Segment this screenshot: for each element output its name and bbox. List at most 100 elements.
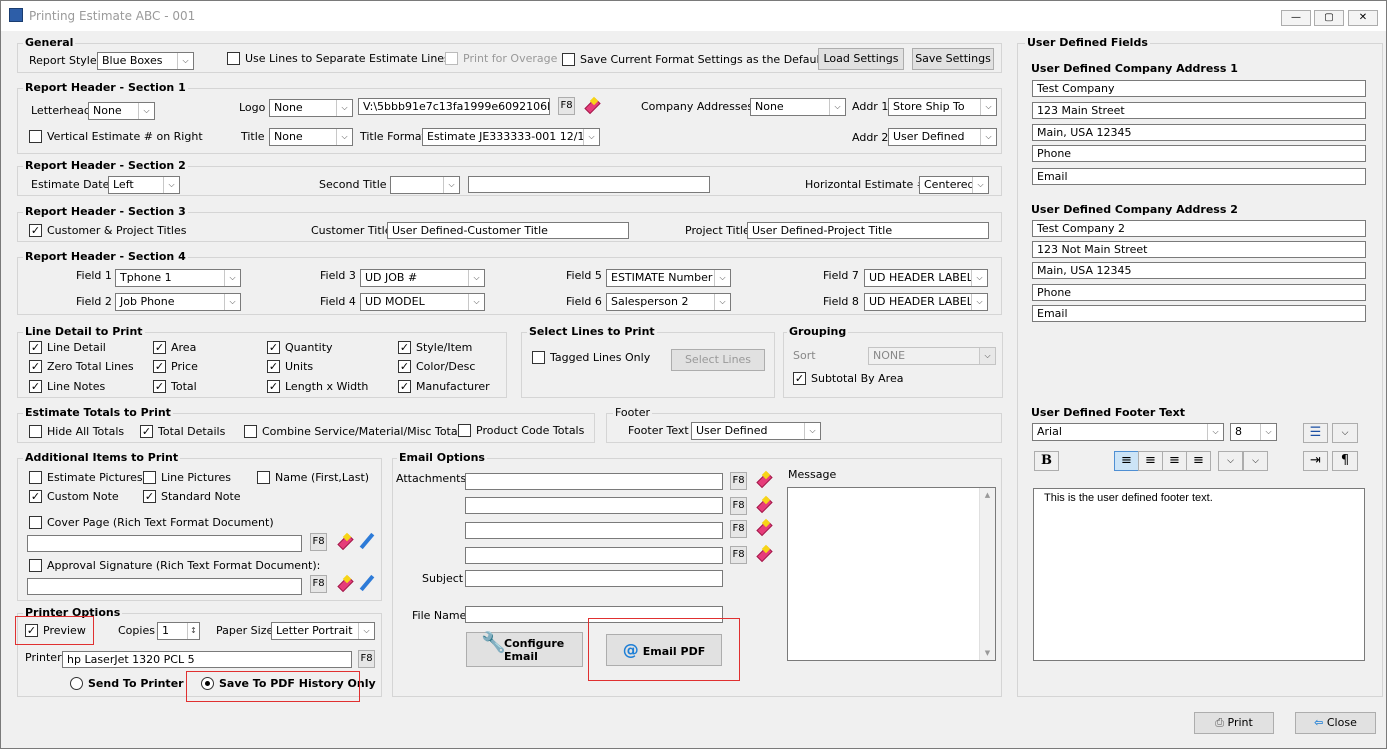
logo-eraser-icon[interactable] — [582, 96, 600, 114]
logo-select[interactable]: None ⌵ — [269, 99, 353, 117]
addr1-select[interactable]: Store Ship To ⌵ — [888, 98, 997, 116]
second-title-input[interactable] — [468, 176, 710, 193]
second-title-select[interactable]: ⌵ — [390, 176, 460, 194]
field4-select[interactable]: UD MODEL ⌵ — [360, 293, 485, 311]
align-center-icon[interactable]: ≡ — [1138, 451, 1163, 471]
close-button[interactable]: ⇦ Close — [1295, 712, 1376, 734]
udf-addr1-line4[interactable]: Phone — [1032, 145, 1366, 162]
logo-path-input[interactable]: V:\5bbb91e7c13fa1999e6092106be1 — [358, 98, 550, 115]
attachment-4-eraser-icon[interactable] — [754, 544, 772, 562]
field2-select[interactable]: Job Phone ⌵ — [115, 293, 241, 311]
message-scrollbar[interactable]: ▲ ▼ — [979, 488, 995, 660]
attachment-1-input[interactable] — [465, 473, 723, 490]
attachment-1-eraser-icon[interactable] — [754, 470, 772, 488]
printer-input[interactable]: hp LaserJet 1320 PCL 5 — [62, 651, 352, 668]
close-window-button[interactable]: ✕ — [1348, 10, 1378, 26]
attachment-4-f8-button[interactable]: F8 — [730, 546, 747, 564]
load-settings-button[interactable]: Load Settings — [818, 48, 904, 70]
line-spacing-icon[interactable]: ⌵ — [1218, 451, 1243, 471]
udf-addr1-line2[interactable]: 123 Main Street — [1032, 102, 1366, 119]
total-checkbox[interactable]: ✓ Total — [153, 380, 197, 394]
align-left-icon[interactable]: ≡ — [1114, 451, 1139, 471]
hide-all-totals-checkbox[interactable]: Hide All Totals — [29, 425, 124, 439]
indent-icon[interactable]: ⇥ — [1303, 451, 1328, 471]
approval-checkbox[interactable]: Approval Signature (Rich Text Format Doc… — [29, 559, 320, 573]
save-settings-button[interactable]: Save Settings — [912, 48, 994, 70]
message-textarea[interactable]: ▲ ▼ — [787, 487, 996, 661]
report-style-select[interactable]: Blue Boxes ⌵ — [97, 52, 194, 70]
line-pictures-checkbox[interactable]: Line Pictures — [143, 471, 231, 485]
field8-select[interactable]: UD HEADER LABEL 2 ⌵ — [864, 293, 988, 311]
customer-project-checkbox[interactable]: ✓ Customer & Project Titles — [29, 224, 186, 238]
approval-f8-button[interactable]: F8 — [310, 575, 327, 593]
udf-addr2-line4[interactable]: Phone — [1032, 284, 1366, 301]
cover-page-checkbox[interactable]: Cover Page (Rich Text Format Document) — [29, 516, 274, 530]
footer-text-editor[interactable]: This is the user defined footer text. — [1033, 488, 1365, 661]
udf-addr1-line5[interactable]: Email — [1032, 168, 1366, 185]
total-details-checkbox[interactable]: ✓ Total Details — [140, 425, 225, 439]
estimate-pictures-checkbox[interactable]: Estimate Pictures — [29, 471, 143, 485]
bullet-list-icon[interactable]: ☰ — [1303, 423, 1328, 443]
manufacturer-checkbox[interactable]: ✓ Manufacturer — [398, 380, 490, 394]
attachment-2-eraser-icon[interactable] — [754, 495, 772, 513]
vertical-estimate-checkbox[interactable]: Vertical Estimate # on Right — [29, 130, 203, 144]
justify-icon[interactable]: ≡ — [1186, 451, 1211, 471]
customer-title-input[interactable]: User Defined-Customer Title — [387, 222, 629, 239]
bold-icon[interactable]: B — [1034, 451, 1059, 471]
printer-f8-button[interactable]: F8 — [358, 650, 375, 668]
area-checkbox[interactable]: ✓ Area — [153, 341, 196, 355]
logo-f8-button[interactable]: F8 — [558, 97, 575, 115]
print-button[interactable]: ⎙ Print — [1194, 712, 1274, 734]
title-select[interactable]: None ⌵ — [269, 128, 353, 146]
combine-totals-checkbox[interactable]: Combine Service/Material/Misc Totals — [244, 425, 466, 439]
align-right-icon[interactable]: ≡ — [1162, 451, 1187, 471]
line-notes-checkbox[interactable]: ✓ Line Notes — [29, 380, 105, 394]
product-code-totals-checkbox[interactable]: Product Code Totals — [458, 424, 584, 438]
udf-addr2-line5[interactable]: Email — [1032, 305, 1366, 322]
udf-addr2-line2[interactable]: 123 Not Main Street — [1032, 241, 1366, 258]
cover-page-input[interactable] — [27, 535, 302, 552]
standard-note-checkbox[interactable]: ✓ Standard Note — [143, 490, 241, 504]
length-width-checkbox[interactable]: ✓ Length x Width — [267, 380, 368, 394]
estimate-date-select[interactable]: Left ⌵ — [108, 176, 180, 194]
attachment-2-f8-button[interactable]: F8 — [730, 497, 747, 515]
attachment-4-input[interactable] — [465, 547, 723, 564]
list-dropdown-icon[interactable]: ⌵ — [1332, 423, 1358, 443]
company-addresses-select[interactable]: None ⌵ — [750, 98, 846, 116]
project-title-input[interactable]: User Defined-Project Title — [747, 222, 989, 239]
subject-input[interactable] — [465, 570, 723, 587]
approval-input[interactable] — [27, 578, 302, 595]
cover-edit-icon[interactable] — [358, 532, 376, 550]
attachment-1-f8-button[interactable]: F8 — [730, 472, 747, 490]
copies-spinner[interactable]: 1 ↕ — [157, 622, 200, 640]
horizontal-estimate-select[interactable]: Centered ⌵ — [919, 176, 989, 194]
name-checkbox[interactable]: Name (First,Last) — [257, 471, 369, 485]
font-size-select[interactable]: 8 ⌵ — [1230, 423, 1277, 441]
cover-f8-button[interactable]: F8 — [310, 533, 327, 551]
addr2-select[interactable]: User Defined ⌵ — [888, 128, 997, 146]
maximize-button[interactable]: ▢ — [1314, 10, 1344, 26]
attachment-3-f8-button[interactable]: F8 — [730, 520, 747, 538]
custom-note-checkbox[interactable]: ✓ Custom Note — [29, 490, 119, 504]
pilcrow-icon[interactable]: ¶ — [1332, 451, 1358, 471]
udf-addr1-line3[interactable]: Main, USA 12345 — [1032, 124, 1366, 141]
configure-email-button[interactable]: 🔧 Configure Email — [466, 632, 583, 667]
style-item-checkbox[interactable]: ✓ Style/Item — [398, 341, 472, 355]
title-format-select[interactable]: Estimate JE333333-001 12/12/2 ⌵ — [422, 128, 600, 146]
zero-total-lines-checkbox[interactable]: ✓ Zero Total Lines — [29, 360, 134, 374]
paragraph-spacing-icon[interactable]: ⌵ — [1243, 451, 1268, 471]
letterhead-select[interactable]: None ⌵ — [88, 102, 155, 120]
subtotal-by-area-checkbox[interactable]: ✓ Subtotal By Area — [793, 372, 903, 386]
units-checkbox[interactable]: ✓ Units — [267, 360, 313, 374]
field3-select[interactable]: UD JOB # ⌵ — [360, 269, 485, 287]
sort-select[interactable]: NONE ⌵ — [868, 347, 996, 365]
attachment-3-eraser-icon[interactable] — [754, 518, 772, 536]
price-checkbox[interactable]: ✓ Price — [153, 360, 198, 374]
attachment-3-input[interactable] — [465, 522, 723, 539]
udf-addr2-line3[interactable]: Main, USA 12345 — [1032, 262, 1366, 279]
save-format-checkbox[interactable]: Save Current Format Settings as the Defa… — [562, 53, 824, 67]
print-overage-checkbox[interactable]: Print for Overage — [445, 52, 557, 66]
udf-addr1-line1[interactable]: Test Company — [1032, 80, 1366, 97]
use-lines-checkbox[interactable]: Use Lines to Separate Estimate Lines — [227, 52, 450, 66]
field7-select[interactable]: UD HEADER LABEL 1 ⌵ — [864, 269, 988, 287]
